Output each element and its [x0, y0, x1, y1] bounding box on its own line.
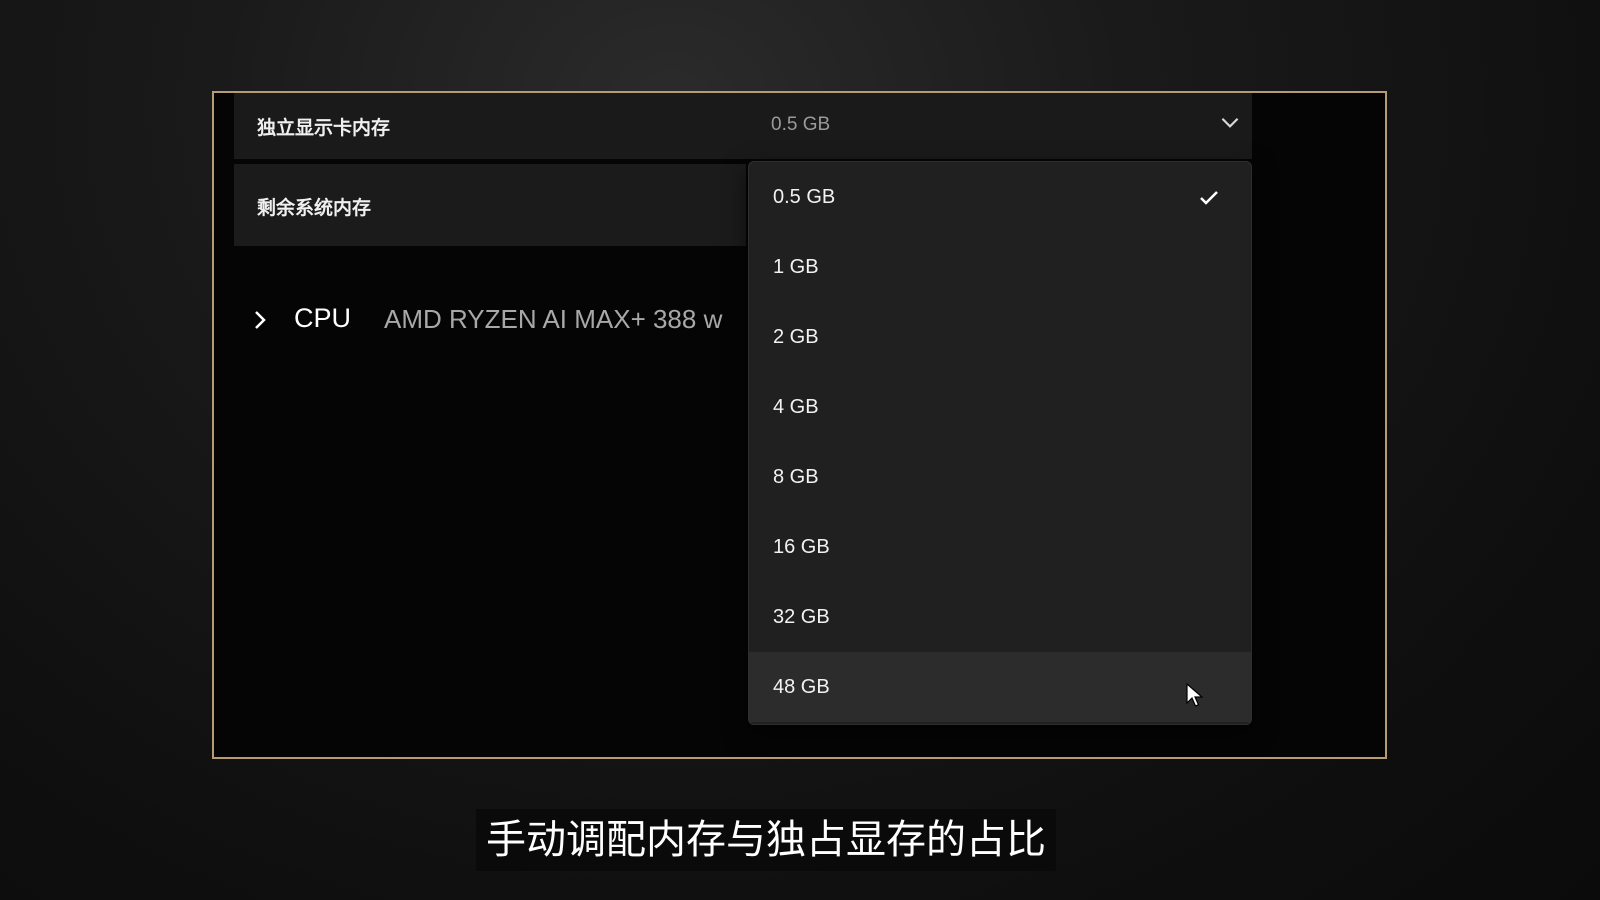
- dedicated-gpu-memory-combobox-value[interactable]: 0.5 GB: [771, 114, 830, 136]
- cpu-title: CPU: [294, 303, 352, 333]
- dropdown-option[interactable]: 1 GB: [749, 232, 1251, 302]
- dropdown-option-label: 1 GB: [773, 256, 819, 278]
- dropdown-option-hovered[interactable]: 48 GB: [749, 652, 1251, 722]
- dropdown-option[interactable]: 4 GB: [749, 372, 1251, 442]
- cpu-expander[interactable]: CPU AMD RYZEN AI MAX+ 388 w: [244, 298, 754, 348]
- dropdown-option-label: 16 GB: [773, 536, 830, 558]
- dropdown-option-label: 8 GB: [773, 466, 819, 488]
- dropdown-option-label: 2 GB: [773, 326, 819, 348]
- remaining-system-memory-label: 剩余系统内存: [257, 197, 372, 219]
- chevron-down-icon[interactable]: [1217, 109, 1243, 135]
- dropdown-option[interactable]: 2 GB: [749, 302, 1251, 372]
- dropdown-option[interactable]: 16 GB: [749, 512, 1251, 582]
- dropdown-option[interactable]: 8 GB: [749, 442, 1251, 512]
- settings-window: 独立显示卡内存 0.5 GB 剩余系统内存 CPU AMD RYZEN AI M…: [212, 91, 1387, 759]
- mouse-cursor-icon: [1186, 683, 1204, 707]
- dropdown-option-label: 0.5 GB: [773, 186, 836, 208]
- cpu-model-name: AMD RYZEN AI MAX+ 388 w: [384, 304, 723, 334]
- dropdown-option-label: 4 GB: [773, 396, 819, 418]
- gpu-memory-dropdown-list: 0.5 GB 1 GB 2 GB 4 GB 8 GB 16 GB 32 GB 4…: [748, 161, 1252, 725]
- remaining-system-memory-row: 剩余系统内存: [234, 164, 746, 246]
- dropdown-option-label: 48 GB: [773, 676, 830, 698]
- dropdown-option-label: 32 GB: [773, 606, 830, 628]
- video-subtitle: 手动调配内存与独占显存的占比: [476, 809, 1056, 871]
- dedicated-gpu-memory-row: 独立显示卡内存 0.5 GB: [234, 93, 1252, 159]
- check-icon: [1200, 191, 1218, 205]
- dropdown-option[interactable]: 32 GB: [749, 582, 1251, 652]
- chevron-right-icon[interactable]: [248, 308, 272, 332]
- dropdown-option[interactable]: 0.5 GB: [749, 162, 1251, 232]
- dedicated-gpu-memory-label: 独立显示卡内存: [257, 117, 391, 139]
- video-frame: 独立显示卡内存 0.5 GB 剩余系统内存 CPU AMD RYZEN AI M…: [0, 0, 1600, 900]
